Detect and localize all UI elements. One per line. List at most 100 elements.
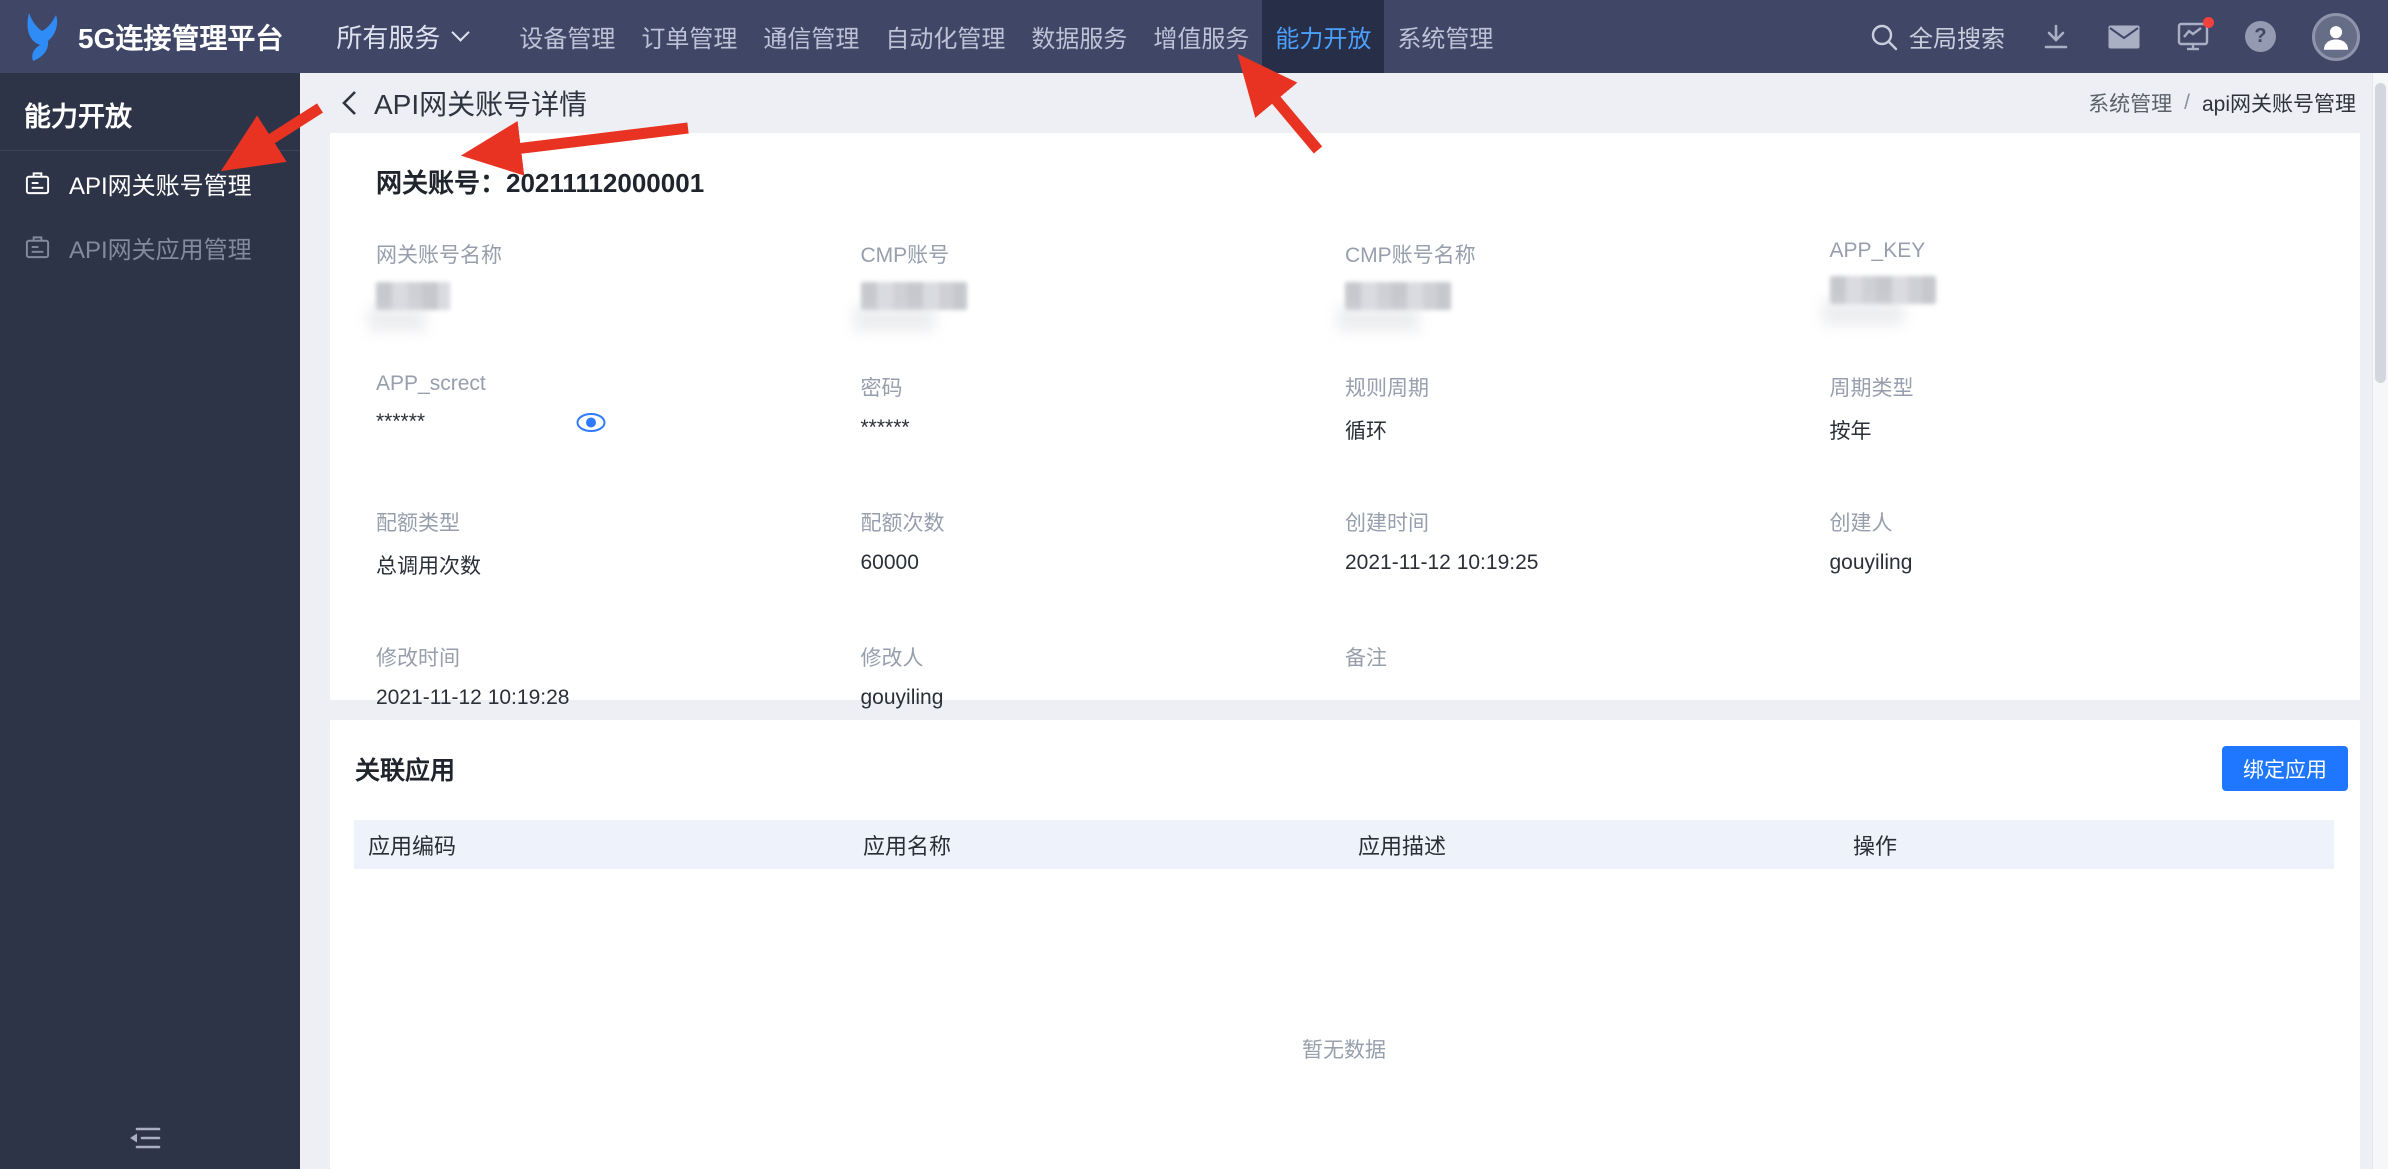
- detail-field: CMP账号: [860, 239, 1346, 310]
- detail-field: APP_screct ******: [376, 372, 861, 445]
- download-icon[interactable]: [2041, 22, 2071, 52]
- field-label: CMP账号名称: [1345, 244, 1476, 267]
- vertical-scrollbar[interactable]: [2372, 73, 2388, 1169]
- table-column-header: 应用名称: [863, 833, 952, 859]
- show-secret-eye-icon[interactable]: [575, 412, 607, 433]
- field-value: [376, 282, 861, 310]
- mail-icon[interactable]: [2107, 24, 2141, 50]
- field-value: gouyiling: [861, 685, 1346, 711]
- redacted-value: [860, 282, 967, 310]
- nav-item[interactable]: 系统管理: [1384, 0, 1506, 73]
- breadcrumb-separator: /: [2184, 91, 2190, 114]
- table-column-header: 操作: [1853, 833, 1898, 859]
- sidebar-item[interactable]: API网关应用管理: [0, 215, 300, 279]
- detail-field: 备注: [1345, 642, 1830, 711]
- field-label: 配额次数: [860, 512, 945, 535]
- avatar[interactable]: [2312, 12, 2360, 61]
- field-label: 密码: [860, 377, 903, 400]
- bind-app-button[interactable]: 绑定应用: [2222, 746, 2348, 791]
- nav-item-label: 所有服务: [336, 23, 441, 53]
- nav-item-label: 数据服务: [1031, 26, 1128, 53]
- field-value: [1345, 282, 1830, 310]
- nav-item-label: 自动化管理: [885, 26, 1006, 53]
- account-detail-card: 网关账号：20211112000001 网关账号名称 CMP账号 CMP账号名称 AP…: [330, 133, 2360, 709]
- sidebar-item-label: API网关应用管理: [69, 236, 252, 264]
- detail-fields: 网关账号名称 CMP账号 CMP账号名称 APP_KEY APP_screct *****…: [376, 239, 2314, 711]
- nav-item[interactable]: 能力开放: [1262, 0, 1385, 73]
- topbar-nav: 所有服务 设备管理 订单管理 通信管理 自动化管理 数据服务 增值服务 能力开放 系统管理: [323, 0, 1506, 73]
- detail-field: 修改时间 2021-11-12 10:19:28: [376, 642, 861, 711]
- nav-item-label: 系统管理: [1397, 26, 1494, 53]
- detail-field: 创建时间 2021-11-12 10:19:25: [1345, 507, 1830, 580]
- nav-item[interactable]: 订单管理: [628, 0, 750, 73]
- help-icon[interactable]: ?: [2245, 21, 2276, 52]
- breadcrumb-item: api网关账号管理: [2201, 93, 2356, 116]
- topbar: 5G连接管理平台 所有服务 设备管理 订单管理 通信管理 自动化管理 数据服务 增值服务 能力…: [0, 0, 2388, 73]
- field-label: 网关账号名称: [376, 244, 502, 267]
- field-value: [1345, 685, 1830, 711]
- nav-item-label: 能力开放: [1275, 26, 1372, 53]
- field-label: 修改时间: [376, 647, 460, 670]
- field-value: 按年: [1830, 415, 2315, 445]
- field-value: ******: [376, 409, 861, 435]
- empty-state-text: 暂无数据: [1302, 1039, 1386, 1062]
- field-value-text: 按年: [1829, 420, 1872, 443]
- field-label: 规则周期: [1345, 377, 1429, 400]
- field-value: [1829, 276, 2315, 304]
- field-label: 备注: [1345, 647, 1387, 670]
- nav-item-label: 订单管理: [641, 26, 738, 53]
- field-value-text: gouyiling: [860, 686, 944, 709]
- field-label: 配额类型: [376, 512, 460, 535]
- field-value-text: 60000: [860, 551, 919, 574]
- field-value-text: gouyiling: [1829, 551, 1913, 574]
- breadcrumb: 系统管理 / api网关账号管理: [2088, 88, 2356, 118]
- clipboard-icon: [25, 171, 50, 194]
- field-label: CMP账号: [860, 244, 950, 267]
- detail-field: 配额类型 总调用次数: [376, 507, 861, 580]
- nav-item[interactable]: 自动化管理: [872, 0, 1018, 73]
- field-label: 修改人: [860, 647, 924, 670]
- search-icon: [1871, 24, 1898, 50]
- sidebar-menu: API网关账号管理 API网关应用管理: [0, 151, 300, 279]
- global-search-label: 全局搜索: [1909, 26, 2005, 53]
- chevron-down-icon: [451, 23, 471, 42]
- breadcrumb-item[interactable]: 系统管理: [2088, 88, 2172, 118]
- back-button[interactable]: API网关账号详情: [338, 83, 587, 123]
- notification-badge: [2203, 16, 2214, 28]
- nav-item[interactable]: 增值服务: [1140, 0, 1262, 73]
- nav-item[interactable]: 数据服务: [1018, 0, 1140, 73]
- monitor-icon[interactable]: [2177, 16, 2214, 52]
- nav-item[interactable]: 通信管理: [750, 0, 872, 73]
- related-apps-header: 关联应用 绑定应用: [330, 746, 2360, 791]
- scrollbar-thumb[interactable]: [2375, 83, 2386, 383]
- page-header: API网关账号详情 系统管理 / api网关账号管理: [300, 73, 2372, 133]
- nav-item-label: 增值服务: [1153, 26, 1250, 53]
- clipboard-icon: [25, 235, 50, 258]
- sidebar-item[interactable]: API网关账号管理: [0, 151, 300, 215]
- field-value: ******: [861, 415, 1346, 441]
- detail-field: 密码 ******: [861, 372, 1346, 445]
- gateway-account-value: 20211112000001: [506, 168, 705, 198]
- global-search-button[interactable]: 全局搜索: [1869, 19, 2005, 54]
- detail-field: APP_KEY: [1829, 239, 2315, 310]
- table-header-row: 应用编码 应用名称 应用描述 操作: [354, 820, 2334, 869]
- related-apps-title: 关联应用: [355, 756, 456, 785]
- nav-item[interactable]: 所有服务: [323, 0, 480, 73]
- field-value: 2021-11-12 10:19:28: [376, 685, 861, 711]
- redacted-value: [1345, 282, 1451, 310]
- field-value: 60000: [861, 550, 1346, 576]
- nav-item-label: 通信管理: [763, 26, 860, 53]
- field-label: APP_screct: [376, 372, 486, 395]
- nav-item[interactable]: 设备管理: [506, 0, 628, 73]
- field-value-text: ******: [376, 410, 426, 433]
- field-value-text: 2021-11-12 10:19:28: [376, 686, 570, 709]
- field-value-text: 总调用次数: [376, 555, 481, 578]
- main-area: API网关账号详情 系统管理 / api网关账号管理 网关账号：2021111200…: [300, 73, 2372, 1169]
- sidebar-item-label: API网关账号管理: [69, 172, 252, 200]
- sidebar-collapse-icon[interactable]: [126, 1124, 162, 1157]
- gateway-account-label: 网关账号：: [376, 168, 507, 198]
- detail-field: CMP账号名称: [1345, 239, 1830, 310]
- field-label: 创建人: [1829, 512, 1893, 535]
- field-value-text: ******: [860, 416, 910, 439]
- detail-field: 周期类型 按年: [1830, 372, 2315, 445]
